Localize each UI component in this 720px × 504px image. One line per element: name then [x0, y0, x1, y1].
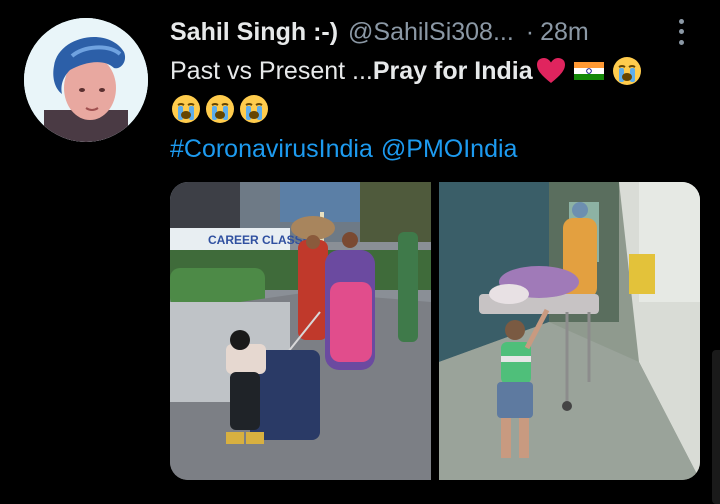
- media-photo-right[interactable]: [439, 182, 700, 480]
- scrollbar[interactable]: [712, 350, 720, 504]
- tweet[interactable]: Sahil Singh :-) @SahilSi308... · 28m Pas…: [0, 0, 720, 504]
- hospital-corridor-image: [439, 182, 700, 480]
- separator-dot: ·: [525, 17, 535, 46]
- tweet-text-bold: Pray for India: [372, 56, 533, 85]
- loudly-crying-face-icon: [204, 93, 236, 125]
- timestamp[interactable]: 28m: [540, 18, 589, 47]
- tweet-text-prefix: Past vs Present ...: [170, 56, 373, 85]
- avatar[interactable]: [24, 18, 148, 142]
- media-divider: [431, 182, 439, 480]
- red-heart-icon: [535, 55, 567, 87]
- hashtag-link[interactable]: #CoronavirusIndia: [170, 135, 373, 164]
- display-name[interactable]: Sahil Singh :-): [170, 18, 338, 47]
- media-photo-left[interactable]: CAREER CLASSES: [170, 182, 431, 480]
- loudly-crying-face-icon: [611, 55, 643, 87]
- india-flag-icon: [573, 55, 605, 87]
- avatar-image: [24, 18, 148, 142]
- tweet-text-line-3: #CoronavirusIndia @PMOIndia: [170, 132, 517, 166]
- loudly-crying-face-icon: [238, 93, 270, 125]
- user-handle[interactable]: @SahilSi308...: [348, 18, 514, 47]
- tweet-text-line-2: [170, 90, 270, 128]
- tweet-header: Sahil Singh :-) @SahilSi308... · 28m: [170, 14, 680, 50]
- mention-link[interactable]: @PMOIndia: [381, 135, 518, 164]
- more-options-icon[interactable]: [672, 16, 690, 48]
- street-scene-image: CAREER CLASSES: [170, 182, 431, 480]
- loudly-crying-face-icon: [170, 93, 202, 125]
- tweet-text-line-1: Past vs Present ... Pray for India: [170, 52, 643, 90]
- media-container: CAREER CLASSES: [170, 182, 700, 480]
